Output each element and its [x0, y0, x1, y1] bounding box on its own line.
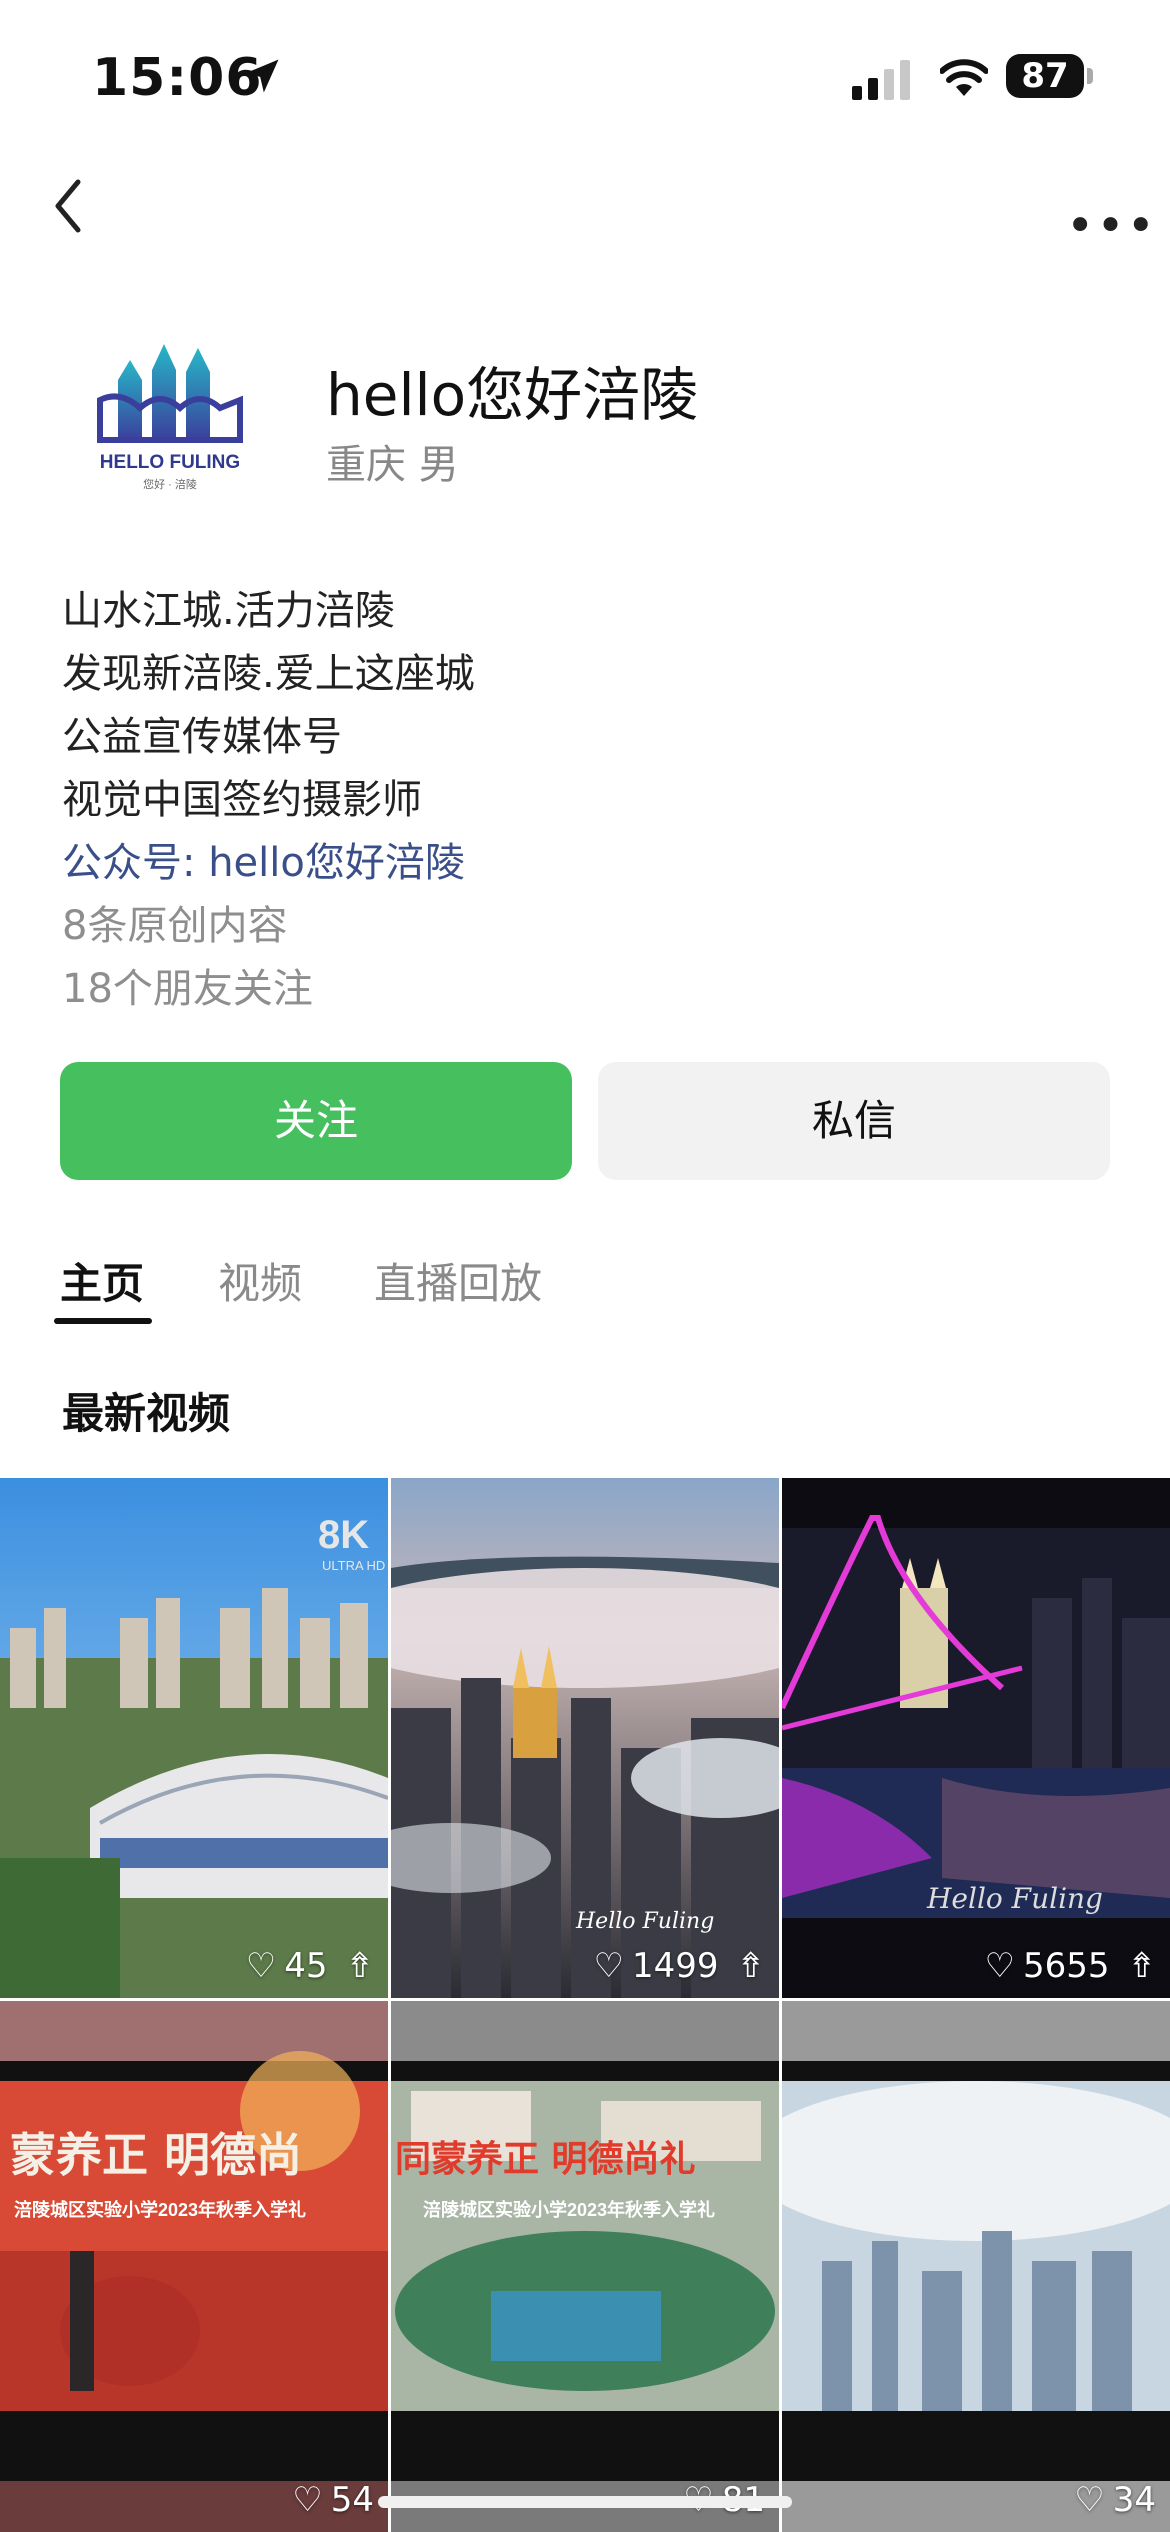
like-count: ♡ 34 [1074, 2480, 1156, 2520]
tab-live-replay[interactable]: 直播回放 [374, 1250, 542, 1311]
heart-icon: ♡ [292, 2480, 323, 2520]
svg-text:HELLO FULING: HELLO FULING [100, 452, 240, 473]
svg-text:Hello Fuling: Hello Fuling [575, 1909, 714, 1934]
svg-text:蒙养正 明德尚: 蒙养正 明德尚 [10, 2128, 302, 2182]
video-thumbnail-image: 8K ULTRA HD [0, 1478, 388, 1998]
like-count-value: 5655 [1022, 1946, 1110, 1986]
like-count-value: 34 [1112, 2480, 1156, 2520]
hello-fuling-logo: HELLO FULING 您好 · 涪陵 [97, 344, 243, 491]
location-arrow-icon [245, 59, 279, 93]
friends-following[interactable]: 18个朋友关注 [62, 958, 475, 1021]
pin-top-icon: ⇮ [345, 1946, 375, 1986]
like-count-value: 1499 [631, 1946, 719, 1986]
battery-tip [1087, 68, 1093, 84]
heart-icon: ♡ [593, 1946, 624, 1986]
tab-active-indicator [54, 1318, 152, 1324]
profile-bio: 山水江城.活力涪陵 发现新涪陵.爱上这座城 公益宣传媒体号 视觉中国签约摄影师 … [62, 580, 475, 1021]
section-title: 最新视频 [62, 1389, 231, 1438]
pin-top-icon: ⇮ [736, 1946, 766, 1986]
video-thumbnail[interactable]: 同蒙养正 明德尚礼 涪陵城区实验小学2023年秋季入学礼 ♡ 81 [391, 2001, 779, 2532]
video-thumbnail[interactable]: 蒙养正 明德尚 涪陵城区实验小学2023年秋季入学礼 ♡ 54 [0, 2001, 388, 2532]
bio-line: 山水江城.活力涪陵 [62, 588, 395, 634]
bio-line: 公益宣传媒体号 [62, 714, 342, 760]
official-account-link[interactable]: 公众号: hello您好涪陵 [62, 832, 475, 895]
video-thumbnail-image: Hello Fuling [391, 1478, 779, 1998]
heart-icon: ♡ [984, 1946, 1015, 1986]
cellular-signal-icon [852, 60, 910, 100]
svg-text:Hello Fuling: Hello Fuling [926, 1882, 1103, 1915]
svg-text:ULTRA HD: ULTRA HD [322, 1558, 385, 1573]
like-count: ♡ 45 ⇮ [246, 1946, 374, 1986]
svg-text:同蒙养正 明德尚礼: 同蒙养正 明德尚礼 [395, 2138, 696, 2180]
like-count-value: 54 [330, 2480, 374, 2520]
tab-home[interactable]: 主页 [60, 1250, 144, 1311]
back-icon[interactable] [48, 176, 88, 236]
like-count: ♡ 54 [292, 2480, 374, 2520]
video-thumbnail-image: 同蒙养正 明德尚礼 涪陵城区实验小学2023年秋季入学礼 [391, 2001, 779, 2532]
tab-video[interactable]: 视频 [218, 1250, 302, 1311]
svg-text:涪陵城区实验小学2023年秋季入学礼: 涪陵城区实验小学2023年秋季入学礼 [423, 2199, 715, 2220]
like-count-value: 45 [284, 1946, 328, 1986]
video-thumbnail-image: 蒙养正 明德尚 涪陵城区实验小学2023年秋季入学礼 [0, 2001, 388, 2532]
message-button[interactable]: 私信 [598, 1062, 1110, 1180]
heart-icon: ♡ [245, 1946, 277, 1986]
battery-indicator: 87 [1006, 54, 1084, 98]
home-indicator[interactable] [378, 2496, 792, 2508]
svg-text:8K: 8K [318, 1513, 369, 1557]
bio-line: 视觉中国签约摄影师 [62, 777, 422, 823]
like-count: ♡ 5655 ⇮ [984, 1946, 1156, 1986]
svg-text:涪陵城区实验小学2023年秋季入学礼: 涪陵城区实验小学2023年秋季入学礼 [14, 2199, 306, 2220]
original-content-count[interactable]: 8条原创内容 [62, 895, 475, 958]
wifi-icon [940, 59, 988, 96]
status-time: 15:06 [92, 48, 263, 108]
profile-location-gender: 重庆 男 [326, 442, 459, 488]
avatar[interactable]: HELLO FULING 您好 · 涪陵 [90, 330, 250, 500]
video-thumbnail-image [782, 2001, 1170, 2532]
bio-line: 发现新涪陵.爱上这座城 [62, 651, 475, 697]
video-thumbnail[interactable]: Hello Fuling ♡ 5655 ⇮ [782, 1478, 1170, 1998]
follow-button[interactable]: 关注 [60, 1062, 572, 1180]
like-count: ♡ 1499 ⇮ [593, 1946, 765, 1986]
svg-text:您好 · 涪陵: 您好 · 涪陵 [143, 477, 197, 491]
video-thumbnail[interactable]: 8K ULTRA HD ♡ 45 ⇮ [0, 1478, 388, 1998]
video-thumbnail-image: Hello Fuling [782, 1478, 1170, 1998]
heart-icon: ♡ [1074, 2480, 1105, 2520]
video-thumbnail[interactable]: ♡ 34 [782, 2001, 1170, 2532]
more-options-icon[interactable]: ••• [1066, 198, 1157, 254]
profile-name: hello您好涪陵 [326, 361, 699, 429]
video-thumbnail[interactable]: Hello Fuling ♡ 1499 ⇮ [391, 1478, 779, 1998]
pin-top-icon: ⇮ [1127, 1946, 1157, 1986]
